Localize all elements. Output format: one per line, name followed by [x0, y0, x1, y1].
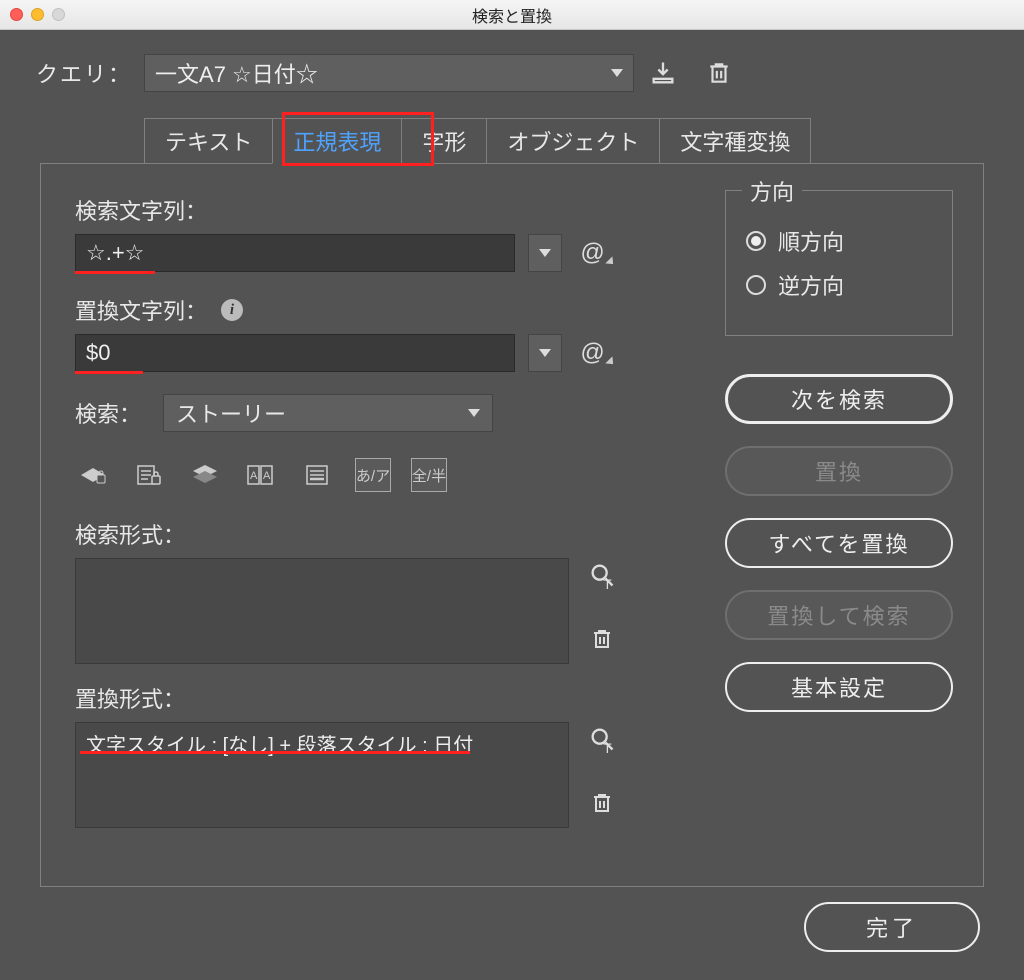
- locked-layers-icon[interactable]: [75, 458, 111, 492]
- done-button[interactable]: 完了: [804, 902, 980, 952]
- search-options-toolbar: AA あ/ア 全/半: [75, 458, 665, 492]
- find-next-button[interactable]: 次を検索: [725, 374, 953, 424]
- replace-all-button[interactable]: すべてを置換: [725, 518, 953, 568]
- chevron-down-icon: [539, 349, 551, 357]
- basic-settings-button[interactable]: 基本設定: [725, 662, 953, 712]
- specify-replace-format-button[interactable]: T: [585, 722, 619, 756]
- replace-find-button: 置換して検索: [725, 590, 953, 640]
- replace-label: 置換文字列：: [75, 294, 207, 326]
- replace-history-button[interactable]: [528, 334, 562, 372]
- replace-format-label: 置換形式：: [75, 682, 665, 714]
- query-label: クエリ：: [36, 57, 132, 89]
- direction-backward-radio[interactable]: 逆方向: [746, 269, 932, 301]
- tab-text[interactable]: テキスト: [144, 118, 273, 163]
- scope-value: ストーリー: [176, 397, 286, 429]
- hidden-layers-icon[interactable]: [187, 458, 223, 492]
- tab-object[interactable]: オブジェクト: [486, 118, 660, 163]
- direction-group: 方向 順方向 逆方向: [725, 190, 953, 336]
- clear-replace-format-button[interactable]: [585, 786, 619, 820]
- info-icon[interactable]: i: [221, 299, 243, 321]
- find-input[interactable]: [75, 234, 515, 272]
- direction-forward-radio[interactable]: 順方向: [746, 225, 932, 257]
- find-replace-panel: 検索文字列： @ 置換文字列： i: [40, 163, 984, 887]
- window-title: 検索と置換: [0, 3, 1024, 27]
- annotation-underline: [80, 751, 470, 754]
- tab-bar: テキスト 正規表現 字形 オブジェクト 文字種変換: [144, 118, 984, 163]
- find-label: 検索文字列：: [75, 194, 665, 226]
- query-row: クエリ： 一文A7 ☆日付☆: [36, 54, 988, 92]
- svg-text:A: A: [250, 470, 258, 482]
- svg-text:T: T: [603, 576, 612, 589]
- find-format-block: 検索形式： T: [75, 518, 665, 664]
- find-special-chars-button[interactable]: @: [576, 239, 608, 267]
- svg-text:A: A: [263, 470, 271, 482]
- replace-special-chars-button[interactable]: @: [576, 339, 608, 367]
- chevron-down-icon: [539, 249, 551, 257]
- scope-select[interactable]: ストーリー: [163, 394, 493, 432]
- left-column: 検索文字列： @ 置換文字列： i: [75, 194, 665, 846]
- search-scope-row: 検索： ストーリー: [75, 394, 665, 432]
- annotation-underline: [75, 371, 143, 374]
- delete-query-button[interactable]: [702, 56, 736, 90]
- title-bar: 検索と置換: [0, 0, 1024, 30]
- tab-regex[interactable]: 正規表現: [272, 118, 402, 164]
- footnotes-icon[interactable]: [299, 458, 335, 492]
- right-column: 方向 順方向 逆方向 次を検索 置換 すべてを置換 置換して検索 基本設定: [725, 194, 953, 846]
- query-select[interactable]: 一文A7 ☆日付☆: [144, 54, 634, 92]
- replace-input[interactable]: [75, 334, 515, 372]
- save-query-button[interactable]: [646, 56, 680, 90]
- find-format-box[interactable]: [75, 558, 569, 664]
- chevron-down-icon: [468, 409, 480, 417]
- radio-icon: [746, 275, 766, 295]
- find-format-label: 検索形式：: [75, 518, 665, 550]
- annotation-underline: [75, 271, 155, 274]
- replace-field-block: 置換文字列： i @: [75, 294, 665, 372]
- radio-icon: [746, 231, 766, 251]
- kana-sensitive-toggle[interactable]: あ/ア: [355, 458, 391, 492]
- tab-glyph[interactable]: 字形: [401, 118, 487, 163]
- find-history-button[interactable]: [528, 234, 562, 272]
- direction-backward-label: 逆方向: [778, 269, 844, 301]
- action-buttons: 次を検索 置換 すべてを置換 置換して検索 基本設定: [725, 374, 953, 712]
- query-value: 一文A7 ☆日付☆: [155, 57, 318, 89]
- scope-label: 検索：: [75, 397, 141, 429]
- master-pages-icon[interactable]: AA: [243, 458, 279, 492]
- clear-find-format-button[interactable]: [585, 622, 619, 656]
- direction-forward-label: 順方向: [778, 225, 844, 257]
- chevron-down-icon: [611, 69, 623, 77]
- width-sensitive-toggle[interactable]: 全/半: [411, 458, 447, 492]
- replace-format-box[interactable]: 文字スタイル : [なし] + 段落スタイル : 日付: [75, 722, 569, 828]
- locked-stories-icon[interactable]: [131, 458, 167, 492]
- find-field-block: 検索文字列： @: [75, 194, 665, 272]
- replace-format-block: 置換形式： 文字スタイル : [なし] + 段落スタイル : 日付 T: [75, 682, 665, 828]
- specify-find-format-button[interactable]: T: [585, 558, 619, 592]
- direction-legend: 方向: [742, 175, 802, 207]
- svg-text:T: T: [603, 740, 612, 753]
- tab-transliterate[interactable]: 文字種変換: [659, 118, 811, 163]
- replace-button: 置換: [725, 446, 953, 496]
